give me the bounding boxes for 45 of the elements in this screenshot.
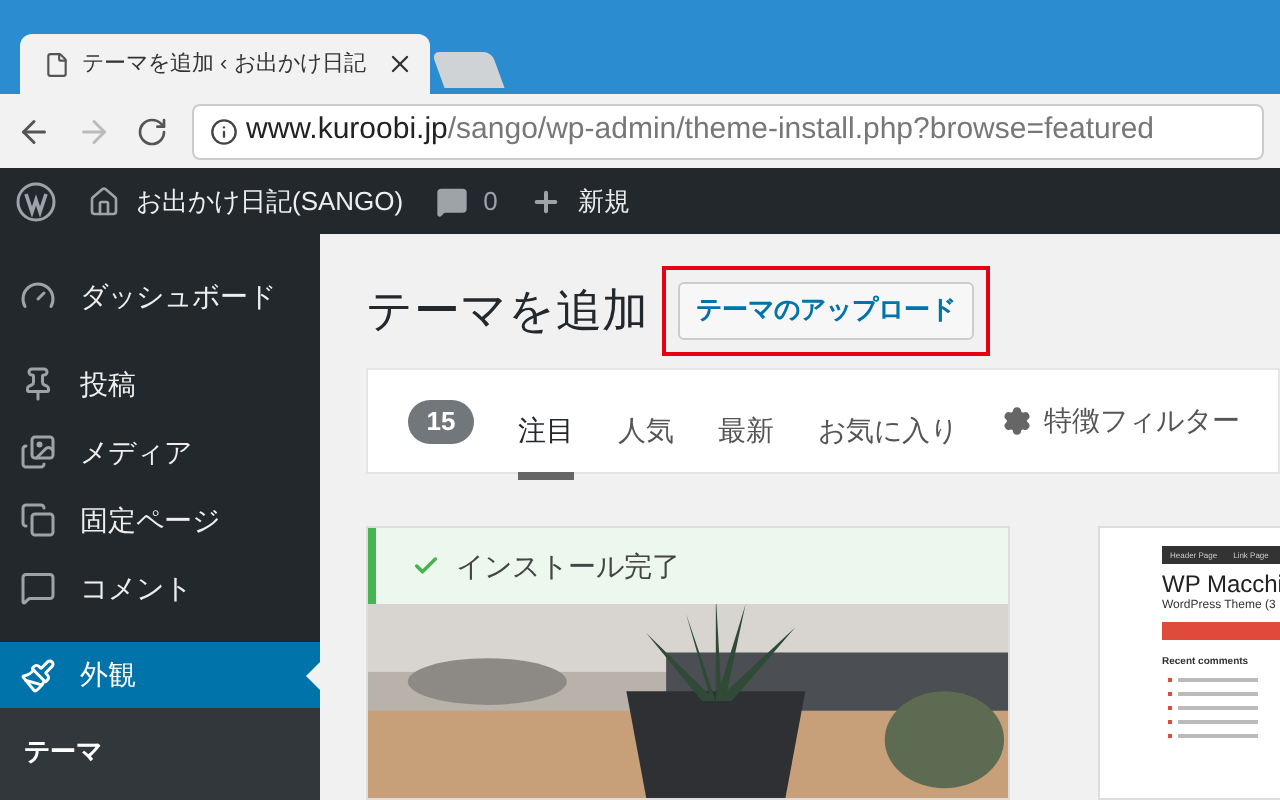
preview-text-line [1178,734,1258,738]
wordpress-logo-icon[interactable] [16,181,56,221]
sidebar-item[interactable]: メディア [0,418,320,486]
count-badge: 15 [408,399,474,443]
checkmark-icon [412,552,440,580]
paintbrush-icon [20,657,56,693]
url-text: www.kuroobi.jp/sango/wp-admin/theme-install.php?browse=featured [246,110,1155,151]
plus-icon [529,185,562,217]
pushpin-icon [20,366,56,402]
address-field[interactable]: www.kuroobi.jp/sango/wp-admin/theme-install.php?browse=featured [192,103,1264,159]
filter-tab[interactable]: 最新 [718,366,774,480]
comment-icon [435,185,468,217]
home-icon [88,185,120,217]
comment-count[interactable]: 0 [483,181,498,221]
new-link[interactable]: 新規 [577,181,630,221]
page-title: テーマを追加 [366,281,648,340]
theme-card[interactable]: インストール完了 [366,526,1010,800]
document-icon [44,51,70,77]
reload-icon[interactable] [136,115,168,147]
speech-bubble-icon [20,570,56,606]
pages-icon [20,502,56,538]
sidebar-item[interactable]: コメント [0,554,320,622]
preview-text-line [1178,678,1258,682]
tab-title: テーマを追加 ‹ お出かけ日記 [82,49,368,80]
site-name-link[interactable]: お出かけ日記(SANGO) [136,181,404,221]
sidebar-item[interactable]: ダッシュボード [0,262,320,330]
filter-tab[interactable]: お気に入り [818,366,958,480]
sidebar-item[interactable]: 外観 [0,642,320,708]
sidebar-item[interactable]: 投稿 [0,350,320,418]
current-pointer-icon [306,662,320,690]
feature-filter-link[interactable]: 特徴フィルター [1044,400,1240,442]
preview-text-line [1178,692,1258,696]
notice-text: インストール完了 [456,547,680,585]
info-icon [210,117,238,145]
preview-text-line [1178,706,1258,710]
filter-tab[interactable]: 人気 [618,366,674,480]
filter-tab[interactable]: 注目 [518,366,574,480]
media-icon [20,434,56,470]
close-icon[interactable] [386,50,414,78]
submenu-item[interactable]: テーマ [0,724,320,779]
sidebar-item[interactable]: 固定ページ [0,486,320,554]
upload-theme-button[interactable]: テーマのアップロード [678,281,974,339]
preview-text-line [1178,720,1258,724]
gauge-icon [20,278,56,314]
browser-tab[interactable]: テーマを追加 ‹ お出かけ日記 [20,34,430,94]
